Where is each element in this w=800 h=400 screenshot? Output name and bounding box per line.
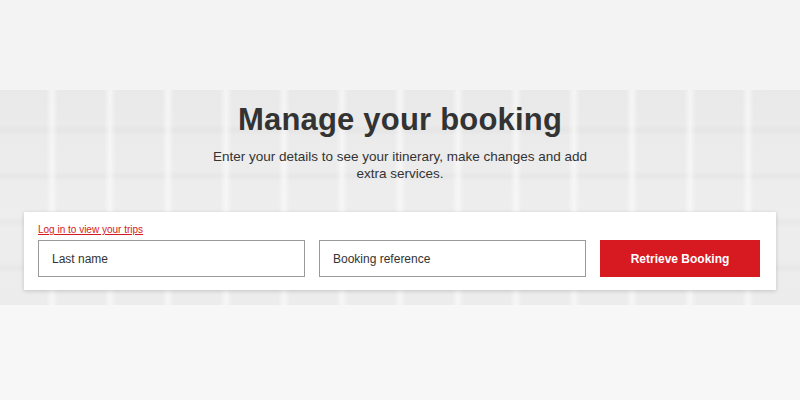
manage-booking-page: Manage your booking Enter your details to… [0, 0, 800, 400]
booking-form: Log in to view your trips Retrieve Bookin… [24, 212, 776, 290]
page-subtitle: Enter your details to see your itinerary… [210, 148, 590, 182]
login-link[interactable]: Log in to view your trips [38, 223, 143, 236]
text-field[interactable] [319, 240, 586, 277]
page-title: Manage your booking [238, 100, 562, 140]
bottom-band [0, 305, 800, 400]
top-band [0, 0, 800, 90]
hero-banner: Manage your booking Enter your details to… [0, 90, 800, 305]
retrieve-booking-button[interactable]: Retrieve Booking [600, 240, 760, 277]
form-row: Retrieve Booking [38, 240, 760, 277]
text-field[interactable] [38, 240, 305, 277]
